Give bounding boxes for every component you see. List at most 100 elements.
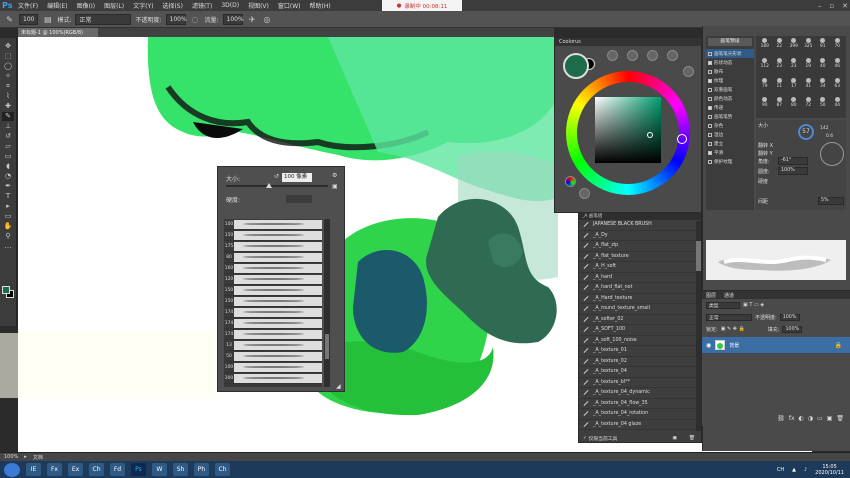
opacity-input[interactable]: 100% xyxy=(165,13,187,25)
spacing-checkbox-label[interactable]: 间距 xyxy=(758,198,768,205)
brush-library-item[interactable]: _A_texture_02 xyxy=(579,357,701,367)
taskbar-app-ie-icon[interactable]: IE xyxy=(26,463,41,476)
brush-tip-cell[interactable]: 79 xyxy=(758,77,772,97)
brush-library-item[interactable]: _A_hard xyxy=(579,273,701,283)
brush-preset-item[interactable]: 174 xyxy=(224,329,322,340)
menu-filter[interactable]: 滤镜(T) xyxy=(192,1,212,10)
blur-tool-icon[interactable]: ◖ xyxy=(2,162,14,171)
lock-icons[interactable]: ▣ ✎ ✥ 🔒 xyxy=(721,326,745,332)
network-icon[interactable]: ▲ xyxy=(792,467,796,473)
gear-icon[interactable]: ⚙ xyxy=(332,172,337,179)
brush-setting-item[interactable]: 传递 xyxy=(706,103,754,112)
brush-preset-item[interactable]: 13 xyxy=(224,340,322,351)
sv-marker[interactable] xyxy=(647,132,653,138)
history-icon[interactable] xyxy=(647,50,658,61)
brush-tip-cell[interactable]: 40 xyxy=(816,57,830,77)
pen-tool-icon[interactable]: ✒ xyxy=(2,182,14,191)
brush-panel-toggle-icon[interactable]: ▤ xyxy=(42,14,53,25)
brush-setting-checkbox[interactable] xyxy=(708,123,712,128)
brush-preset-item[interactable]: 150 xyxy=(224,296,322,307)
menu-3d[interactable]: 3D(D) xyxy=(221,2,239,9)
settings-icon[interactable] xyxy=(683,66,694,77)
brush-preset-item[interactable]: 160 xyxy=(224,263,322,274)
menu-select[interactable]: 选择(S) xyxy=(162,1,183,10)
airbrush-icon[interactable]: ✈ xyxy=(247,14,258,25)
taskbar-app-chrome-icon[interactable]: Ch xyxy=(89,463,104,476)
mode-select[interactable]: 正常 xyxy=(75,13,132,25)
brush-setting-item[interactable]: 双重画笔 xyxy=(706,85,754,94)
eraser-tool-icon[interactable]: ▱ xyxy=(2,142,14,151)
hand-tool-icon[interactable]: ✋ xyxy=(2,222,14,231)
brush-preset-item[interactable]: 300 xyxy=(224,373,322,384)
brush-tool-icon[interactable]: ✎ xyxy=(2,112,14,121)
menu-type[interactable]: 文字(Y) xyxy=(133,1,153,10)
flip-y-label[interactable]: 翻转 Y xyxy=(758,150,773,157)
brush-preset-item[interactable]: 50 xyxy=(224,351,322,362)
brush-setting-checkbox[interactable] xyxy=(708,159,712,164)
brush-setting-item[interactable]: 画笔笔尖形状 xyxy=(706,49,754,58)
brush-tip-cell[interactable]: 23 xyxy=(773,57,787,77)
healing-tool-icon[interactable]: ✚ xyxy=(2,102,14,111)
library-scrollbar[interactable] xyxy=(696,221,701,431)
menu-window[interactable]: 窗口(W) xyxy=(278,1,301,10)
brush-preset-item[interactable]: 150 xyxy=(224,230,322,241)
taskbar-app-phone-icon[interactable]: Ph xyxy=(194,463,209,476)
gradient-tool-icon[interactable]: ▭ xyxy=(2,152,14,161)
resize-grip-icon[interactable]: ◢ xyxy=(336,383,341,390)
history-brush-tool-icon[interactable]: ↺ xyxy=(2,132,14,141)
foreground-color-swatch[interactable] xyxy=(2,286,10,294)
brush-tip-cell[interactable]: 63 xyxy=(831,77,845,97)
brush-preset-item[interactable]: 100 xyxy=(224,362,322,373)
brush-library-item[interactable]: _A_texture_bl** xyxy=(579,378,701,388)
blend-mode-select[interactable]: 正常 xyxy=(706,313,752,321)
hardness-slider[interactable] xyxy=(286,195,312,203)
brush-library-item[interactable]: _A_Hard_texture xyxy=(579,294,701,304)
brush-tip-cell[interactable]: 112 xyxy=(758,57,772,77)
harmony-icon[interactable] xyxy=(667,50,678,61)
brush-library-item[interactable]: _A_texture_04 xyxy=(579,367,701,378)
brush-setting-checkbox[interactable] xyxy=(708,105,712,110)
brush-library-item[interactable]: _A_Dy xyxy=(579,231,701,241)
brush-tip-cell[interactable]: 325 xyxy=(802,38,816,57)
brush-setting-checkbox[interactable] xyxy=(708,69,712,74)
palette-icon[interactable] xyxy=(627,50,638,61)
menu-help[interactable]: 帮助(H) xyxy=(310,1,331,10)
brush-setting-item[interactable]: 杂色 xyxy=(706,121,754,130)
brush-tip-cell[interactable]: 11 xyxy=(773,77,787,97)
spacing-input[interactable]: 5% xyxy=(818,197,844,205)
brush-setting-item[interactable]: 形状动态 xyxy=(706,58,754,67)
lasso-tool-icon[interactable]: ◯ xyxy=(2,62,14,71)
brush-setting-item[interactable]: 建立 xyxy=(706,139,754,148)
fx-icon[interactable]: fx xyxy=(789,415,795,425)
brush-tip-cell[interactable]: 50 xyxy=(816,97,830,116)
angle-input[interactable]: -61° xyxy=(778,157,808,165)
brush-setting-item[interactable]: 散布 xyxy=(706,67,754,76)
brush-library-item[interactable]: _A_round_texture_small xyxy=(579,304,701,315)
brush-tip-cell[interactable]: 72 xyxy=(802,97,816,116)
brush-library-item[interactable]: _A_flat_zip xyxy=(579,241,701,252)
brush-preset-item[interactable]: 100 xyxy=(224,219,322,230)
brush-tip-cell[interactable]: 23 xyxy=(787,57,801,77)
mask-icon[interactable]: ◐ xyxy=(799,415,804,425)
brush-setting-checkbox[interactable] xyxy=(708,132,712,137)
move-tool-icon[interactable]: ✥ xyxy=(2,42,14,51)
brush-setting-item[interactable]: 湿边 xyxy=(706,130,754,139)
delete-icon[interactable]: 🗑 xyxy=(689,436,695,441)
start-button-icon[interactable] xyxy=(4,462,20,477)
flip-x-label[interactable]: 翻转 X xyxy=(758,142,773,149)
brush-setting-checkbox[interactable] xyxy=(708,60,712,65)
clock[interactable]: 15:05 2020/10/11 xyxy=(815,464,844,476)
taskbar-app-folder-icon[interactable]: Fd xyxy=(110,463,125,476)
pressure-size-icon[interactable]: ◎ xyxy=(262,14,273,25)
layer-row-background[interactable]: ◉ 背景 🔒 xyxy=(702,337,850,353)
marquee-tool-icon[interactable]: ⬚ xyxy=(2,52,14,61)
brush-preset-item[interactable]: 150 xyxy=(224,285,322,296)
tab-channels[interactable]: 通道 xyxy=(724,292,734,299)
input-language[interactable]: CH xyxy=(777,467,784,473)
brush-library-item[interactable]: _A_softer_02 xyxy=(579,315,701,325)
brush-list-scrollbar[interactable] xyxy=(324,219,330,387)
volume-icon[interactable]: ♪ xyxy=(804,467,807,473)
brush-tip-cell[interactable]: 44 xyxy=(831,97,845,116)
doc-info-icon[interactable]: ▸ xyxy=(24,454,27,460)
filter-kind-select[interactable]: 类型 xyxy=(706,301,740,309)
